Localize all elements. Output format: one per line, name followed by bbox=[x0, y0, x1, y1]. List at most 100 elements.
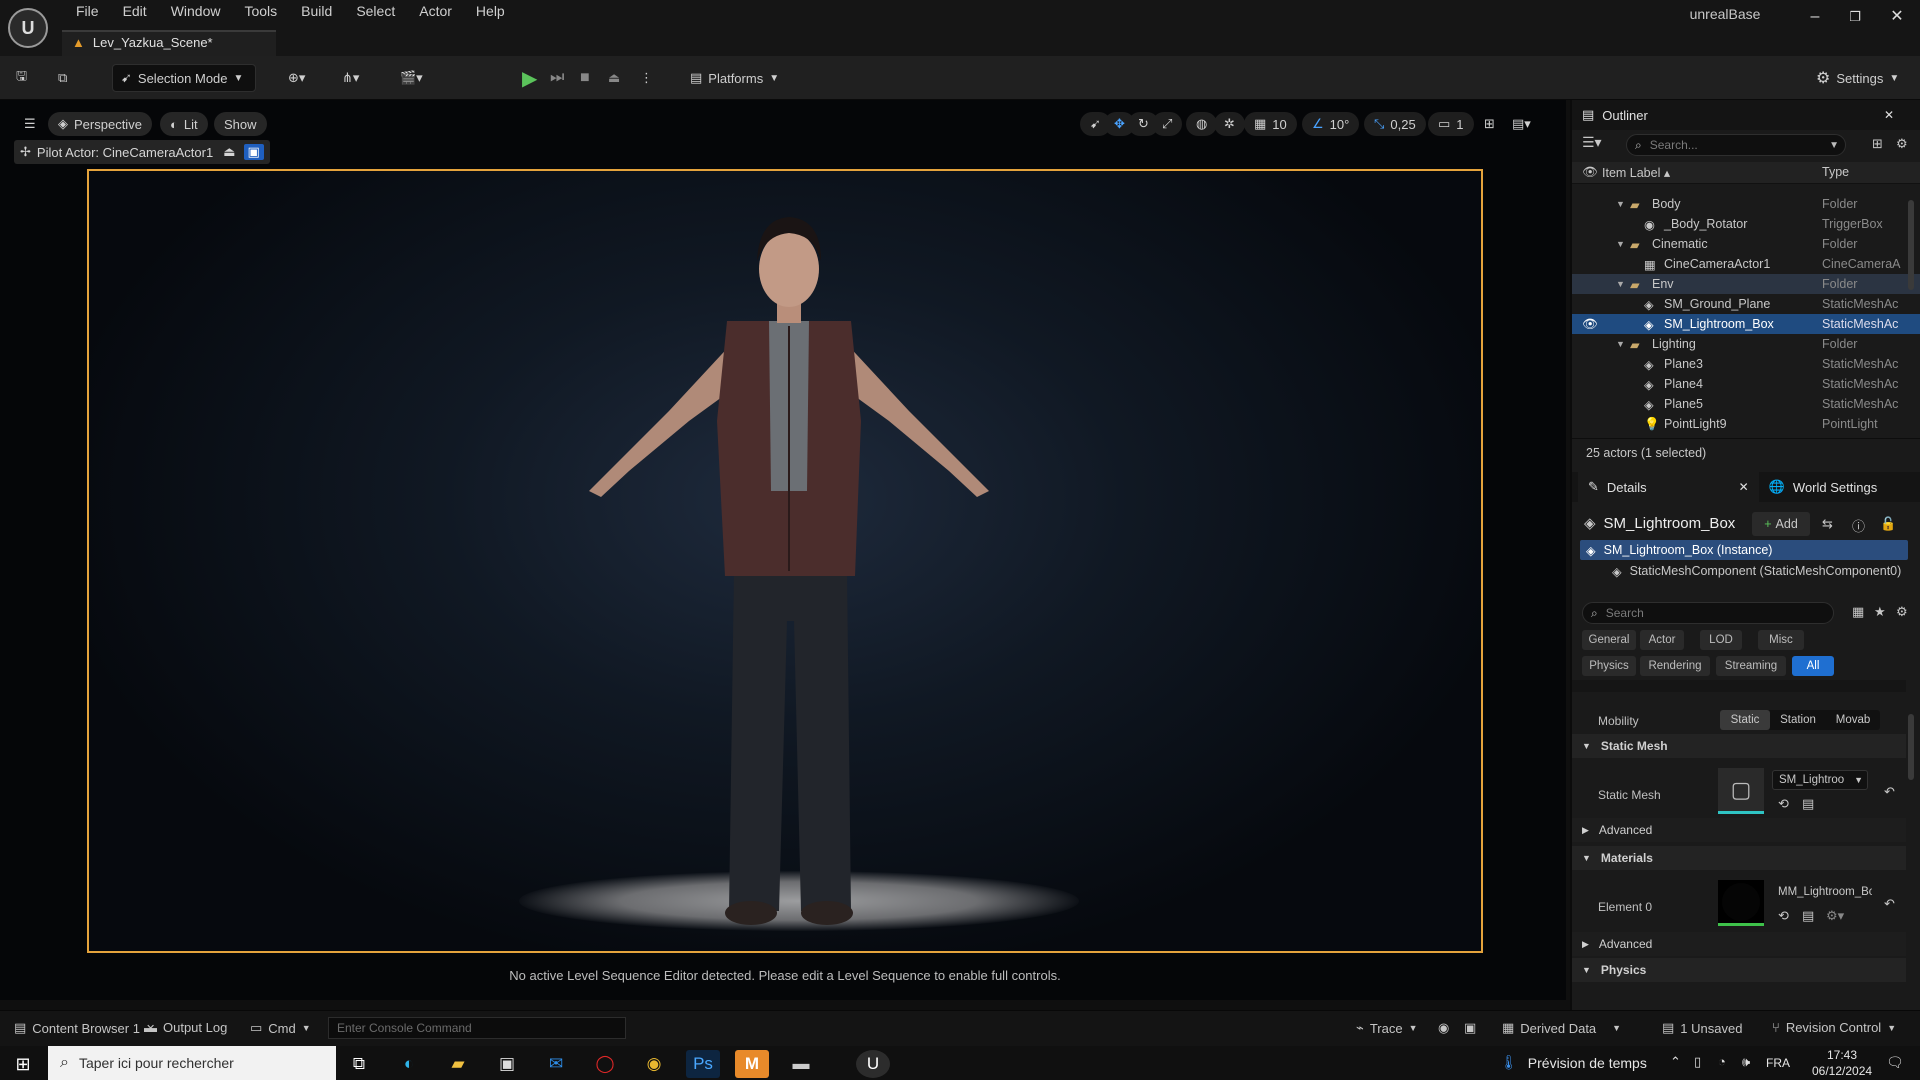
browse-icon[interactable]: ▤ bbox=[1802, 796, 1814, 812]
menu-window[interactable]: Window bbox=[159, 2, 233, 20]
camera-lock-icon[interactable]: ▣ bbox=[243, 144, 264, 160]
world-space-icon[interactable]: ◍ bbox=[1186, 112, 1218, 136]
clock[interactable]: 17:43 06/12/2024 bbox=[1812, 1047, 1872, 1079]
lit-button[interactable]: ◐ Lit bbox=[160, 112, 208, 136]
gear-icon[interactable]: ⚙ bbox=[1896, 136, 1908, 152]
outliner-row[interactable]: ◈ Plane4 StaticMeshAc bbox=[1572, 374, 1920, 394]
add-component-button[interactable]: + Add bbox=[1752, 512, 1810, 536]
play-button[interactable]: ▶ bbox=[522, 64, 537, 92]
cmd-dropdown[interactable]: ▭ Cmd ▼ bbox=[250, 1020, 311, 1036]
photoshop-icon[interactable]: Ps bbox=[686, 1050, 720, 1078]
outliner-row[interactable]: 💡 PointLight9 PointLight bbox=[1572, 414, 1920, 434]
filter-rendering[interactable]: Rendering bbox=[1640, 656, 1710, 676]
record-icon[interactable]: ◉ bbox=[1438, 1020, 1449, 1036]
scale-tool-icon[interactable]: ⤢ bbox=[1152, 112, 1183, 136]
tab-level[interactable]: ▲ Lev_Yazkua_Scene* bbox=[62, 30, 276, 56]
screenshot-icon[interactable]: ▣ bbox=[1464, 1020, 1476, 1036]
console-command-input[interactable]: Enter Console Command bbox=[328, 1017, 626, 1039]
section-static-mesh[interactable]: ▼ Static Mesh bbox=[1572, 734, 1906, 758]
layout-icon[interactable]: ⊞ bbox=[1474, 112, 1505, 136]
filter-misc[interactable]: Misc bbox=[1758, 630, 1804, 650]
use-selected-icon[interactable]: ⟲ bbox=[1778, 908, 1789, 924]
scale-snap-button[interactable]: ⤡ 0,25 bbox=[1364, 112, 1426, 136]
help-icon[interactable]: ⓘ bbox=[1852, 516, 1865, 535]
static-mesh-thumbnail[interactable]: ▢ bbox=[1718, 768, 1764, 814]
hamburger-icon[interactable]: ☰ bbox=[14, 112, 46, 136]
weather-widget[interactable]: 🌡 Prévision de temps bbox=[1500, 1054, 1647, 1071]
platforms-button[interactable]: ▤ Platforms ▼ bbox=[684, 64, 779, 92]
mobility-stationary[interactable]: Station bbox=[1770, 710, 1826, 730]
close-icon[interactable]: ✕ bbox=[1880, 4, 1914, 30]
outliner-scrollbar[interactable] bbox=[1908, 200, 1914, 290]
app-icon[interactable]: ▬ bbox=[784, 1050, 818, 1078]
tab-world-settings[interactable]: 🌐 World Settings bbox=[1769, 479, 1877, 495]
outliner-row[interactable]: ▼ ▰ Cinematic Folder bbox=[1572, 234, 1920, 254]
unreal-logo-icon[interactable]: U bbox=[8, 8, 48, 48]
filter-actor[interactable]: Actor bbox=[1640, 630, 1684, 650]
material-thumbnail[interactable] bbox=[1718, 880, 1764, 926]
maya-icon[interactable]: M bbox=[735, 1050, 769, 1078]
network-icon[interactable]: ◔ bbox=[1718, 1054, 1726, 1069]
chevron-down-icon[interactable]: ▼ bbox=[1616, 339, 1625, 349]
outliner-row[interactable]: ▼ ▰ Lighting Folder bbox=[1572, 334, 1920, 354]
close-icon[interactable]: ✕ bbox=[1739, 480, 1749, 494]
add-folder-icon[interactable]: ⊞ bbox=[1872, 136, 1883, 152]
save-icon[interactable]: 🖫 bbox=[16, 64, 27, 92]
taskbar-search-input[interactable]: ⌕ Taper ici pour rechercher bbox=[48, 1046, 336, 1080]
viewport-options-icon[interactable]: ▤▾ bbox=[1502, 112, 1541, 136]
grid-snap-button[interactable]: ▦ 10 bbox=[1244, 112, 1297, 136]
file-explorer-icon[interactable]: ▰ bbox=[441, 1050, 475, 1078]
section-materials[interactable]: ▼ Materials bbox=[1572, 846, 1906, 870]
notification-icon[interactable]: 🗨 bbox=[1886, 1054, 1904, 1071]
eject-icon[interactable]: ⏏ bbox=[608, 64, 620, 92]
use-selected-icon[interactable]: ⟲ bbox=[1778, 796, 1789, 812]
surface-snap-icon[interactable]: ✲ bbox=[1214, 112, 1245, 136]
mobility-static[interactable]: Static bbox=[1720, 710, 1770, 730]
mobility-movable[interactable]: Movab bbox=[1826, 710, 1880, 730]
menu-tools[interactable]: Tools bbox=[232, 2, 289, 20]
menu-help[interactable]: Help bbox=[464, 2, 517, 20]
menu-file[interactable]: File bbox=[64, 2, 111, 20]
outliner-row-selected[interactable]: 👁 ◈ SM_Lightroom_Box StaticMeshAc bbox=[1572, 314, 1920, 334]
table-view-icon[interactable]: ▦ bbox=[1852, 604, 1864, 620]
content-browser-tab[interactable]: ▤ Content Browser 1 ✕ bbox=[14, 1020, 155, 1036]
language-indicator[interactable]: FRA bbox=[1766, 1056, 1790, 1070]
details-scrollbar[interactable] bbox=[1908, 714, 1914, 780]
cinematics-icon[interactable]: 🎬▾ bbox=[400, 64, 423, 92]
reset-icon[interactable]: ↶ bbox=[1884, 784, 1895, 800]
output-log-button[interactable]: ▬ Output Log bbox=[144, 1020, 227, 1035]
outliner-row[interactable]: ▦ CineCameraActor1 CineCameraA bbox=[1572, 254, 1920, 274]
menu-edit[interactable]: Edit bbox=[111, 2, 159, 20]
outliner-row[interactable]: ▼ ▰ Env Folder bbox=[1572, 274, 1920, 294]
revision-control-button[interactable]: ⑂ Revision Control ▼ bbox=[1772, 1020, 1896, 1035]
material-dropdown[interactable]: MM_Lightroom_Bo bbox=[1772, 882, 1872, 902]
col-item-label[interactable]: Item Label ▴ bbox=[1602, 165, 1670, 180]
advanced-row[interactable]: ▶ Advanced bbox=[1572, 818, 1906, 842]
filter-icon[interactable]: ☰▾ bbox=[1582, 134, 1602, 151]
more-icon[interactable]: ⚙▾ bbox=[1826, 908, 1844, 924]
filter-all[interactable]: All bbox=[1792, 656, 1834, 676]
chevron-down-icon[interactable]: ▼ bbox=[1616, 199, 1625, 209]
derived-data-button[interactable]: ▦ Derived Data ▼ bbox=[1502, 1020, 1621, 1036]
minimize-icon[interactable]: – bbox=[1798, 4, 1832, 30]
settings-button[interactable]: ⚙ Settings ▼ bbox=[1810, 64, 1899, 92]
star-icon[interactable]: ★ bbox=[1874, 604, 1886, 620]
rotation-snap-button[interactable]: ∠ 10° bbox=[1302, 112, 1360, 136]
advanced-row[interactable]: ▶ Advanced bbox=[1572, 932, 1906, 956]
tab-details[interactable]: ✎ Details ✕ bbox=[1578, 472, 1759, 502]
windows-start-icon[interactable]: ⊞ bbox=[6, 1050, 40, 1078]
store-icon[interactable]: ▣ bbox=[490, 1050, 524, 1078]
chevron-down-icon[interactable]: ▼ bbox=[1616, 279, 1625, 289]
selection-mode-button[interactable]: ➹ Selection Mode ▼ bbox=[112, 64, 256, 92]
menu-build[interactable]: Build bbox=[289, 2, 344, 20]
outliner-row[interactable]: ◉ _Body_Rotator TriggerBox bbox=[1572, 214, 1920, 234]
level-viewport[interactable]: ☰ ◈ Perspective ◐ Lit Show ➹ ✥ ↻ ⤢ ◍ ✲ ▦ 10… bbox=[0, 100, 1566, 1000]
outliner-row[interactable]: ▼ ▰ Body Folder bbox=[1572, 194, 1920, 214]
unsaved-button[interactable]: ▤ 1 Unsaved bbox=[1662, 1020, 1742, 1036]
perspective-button[interactable]: ◈ Perspective bbox=[48, 112, 152, 136]
instance-row[interactable]: ◈ SM_Lightroom_Box (Instance) bbox=[1580, 540, 1908, 560]
restore-icon[interactable]: ❐ bbox=[1838, 4, 1872, 30]
unreal-taskbar-icon[interactable]: U bbox=[856, 1050, 890, 1078]
opera-icon[interactable]: ◯ bbox=[588, 1050, 622, 1078]
blueprint-icon[interactable]: ⋔▾ bbox=[342, 64, 359, 92]
